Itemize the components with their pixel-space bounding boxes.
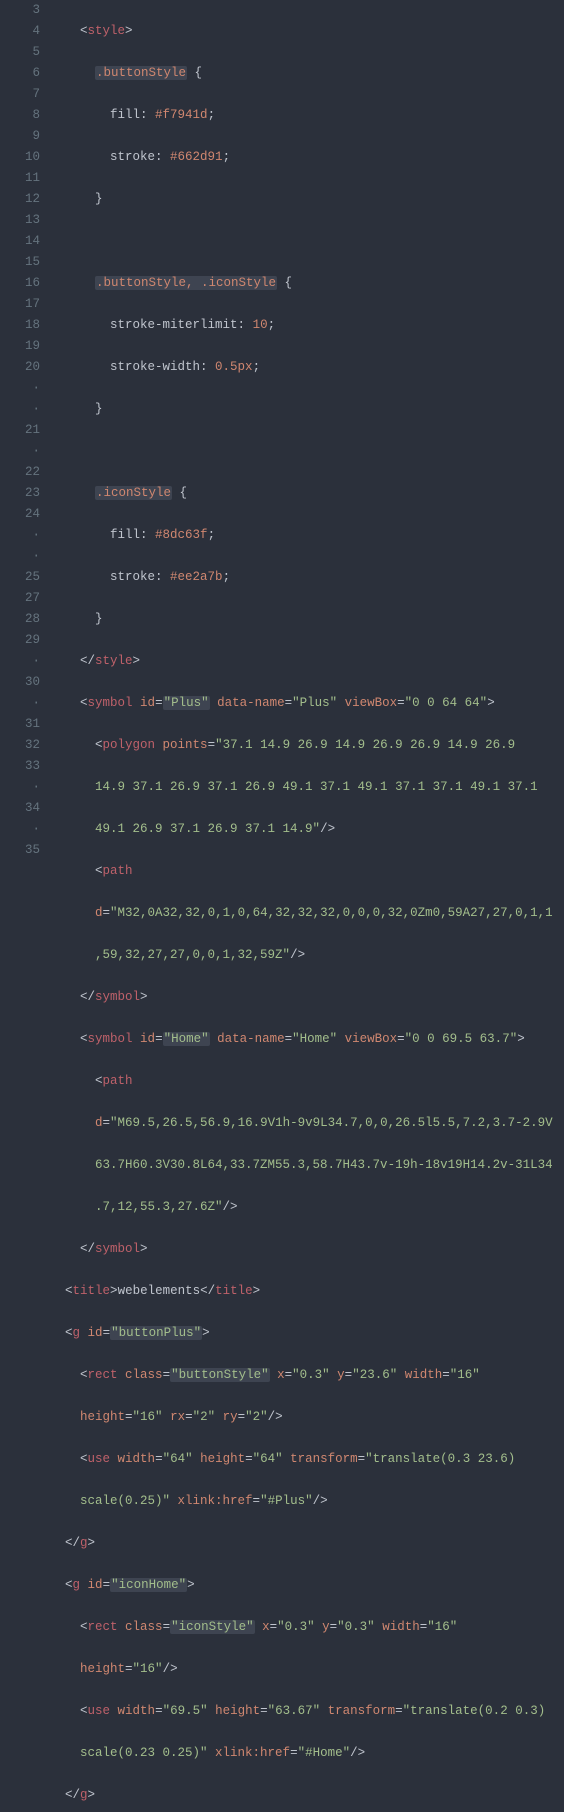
code-line[interactable]: stroke: #ee2a7b; xyxy=(50,567,564,588)
code-line[interactable]: <rect class="iconStyle" x="0.3" y="0.3" … xyxy=(50,1617,564,1638)
line-number-gutter: 3 4 5 6 7 8 9 10 11 12 13 14 15 16 17 18… xyxy=(0,0,50,1812)
code-editor[interactable]: 3 4 5 6 7 8 9 10 11 12 13 14 15 16 17 18… xyxy=(0,0,564,1812)
line-number: 18 xyxy=(0,315,40,336)
code-line[interactable]: </g> xyxy=(50,1785,564,1806)
code-line[interactable]: 63.7H60.3V30.8L64,33.7ZM55.3,58.7H43.7v-… xyxy=(50,1155,564,1176)
code-line[interactable]: 14.9 37.1 26.9 37.1 26.9 49.1 37.1 49.1 … xyxy=(50,777,564,798)
code-line[interactable]: scale(0.23 0.25)" xlink:href="#Home"/> xyxy=(50,1743,564,1764)
line-number: 20 xyxy=(0,357,40,378)
code-area[interactable]: <style> .buttonStyle { fill: #f7941d; st… xyxy=(50,0,564,1812)
code-line[interactable]: } xyxy=(50,399,564,420)
line-number: 11 xyxy=(0,168,40,189)
code-line[interactable]: ,59,32,27,27,0,0,1,32,59Z"/> xyxy=(50,945,564,966)
line-number: · xyxy=(0,525,40,546)
line-number: 14 xyxy=(0,231,40,252)
code-line[interactable]: <path xyxy=(50,1071,564,1092)
line-number: 29 xyxy=(0,630,40,651)
code-line[interactable]: .iconStyle { xyxy=(50,483,564,504)
line-number: 13 xyxy=(0,210,40,231)
line-number: 9 xyxy=(0,126,40,147)
line-number: 19 xyxy=(0,336,40,357)
code-line[interactable]: .buttonStyle { xyxy=(50,63,564,84)
line-number: 10 xyxy=(0,147,40,168)
line-number: 22 xyxy=(0,462,40,483)
line-number: 24 xyxy=(0,504,40,525)
code-line[interactable]: fill: #f7941d; xyxy=(50,105,564,126)
code-line[interactable]: <polygon points="37.1 14.9 26.9 14.9 26.… xyxy=(50,735,564,756)
line-number: · xyxy=(0,546,40,567)
code-line[interactable]: <symbol id="Plus" data-name="Plus" viewB… xyxy=(50,693,564,714)
code-line[interactable]: 49.1 26.9 37.1 26.9 37.1 14.9"/> xyxy=(50,819,564,840)
code-line[interactable]: <use width="69.5" height="63.67" transfo… xyxy=(50,1701,564,1722)
line-number: 8 xyxy=(0,105,40,126)
line-number: · xyxy=(0,399,40,420)
code-line[interactable]: } xyxy=(50,189,564,210)
line-number: 15 xyxy=(0,252,40,273)
code-line[interactable]: d="M69.5,26.5,56.9,16.9V1h-9v9L34.7,0,0,… xyxy=(50,1113,564,1134)
line-number: 28 xyxy=(0,609,40,630)
line-number: 7 xyxy=(0,84,40,105)
code-line[interactable]: stroke-width: 0.5px; xyxy=(50,357,564,378)
code-line[interactable]: <title>webelements</title> xyxy=(50,1281,564,1302)
line-number: 3 xyxy=(0,0,40,21)
code-line[interactable]: <g id="buttonPlus"> xyxy=(50,1323,564,1344)
code-line[interactable]: </style> xyxy=(50,651,564,672)
line-number: · xyxy=(0,819,40,840)
line-number: · xyxy=(0,651,40,672)
line-number: 35 xyxy=(0,840,40,861)
line-number: 27 xyxy=(0,588,40,609)
code-line[interactable]: <path xyxy=(50,861,564,882)
code-line[interactable]: <symbol id="Home" data-name="Home" viewB… xyxy=(50,1029,564,1050)
line-number: 25 xyxy=(0,567,40,588)
line-number: 17 xyxy=(0,294,40,315)
line-number: · xyxy=(0,777,40,798)
code-line[interactable]: </symbol> xyxy=(50,987,564,1008)
line-number: 33 xyxy=(0,756,40,777)
line-number: 30 xyxy=(0,672,40,693)
code-line[interactable]: stroke-miterlimit: 10; xyxy=(50,315,564,336)
code-line[interactable] xyxy=(50,231,564,252)
code-line[interactable]: </g> xyxy=(50,1533,564,1554)
code-line[interactable]: .buttonStyle, .iconStyle { xyxy=(50,273,564,294)
code-line[interactable]: scale(0.25)" xlink:href="#Plus"/> xyxy=(50,1491,564,1512)
line-number: 34 xyxy=(0,798,40,819)
code-line[interactable]: stroke: #662d91; xyxy=(50,147,564,168)
code-line[interactable] xyxy=(50,441,564,462)
line-number: 16 xyxy=(0,273,40,294)
code-line[interactable]: <g id="iconHome"> xyxy=(50,1575,564,1596)
line-number: · xyxy=(0,441,40,462)
line-number: 32 xyxy=(0,735,40,756)
code-line[interactable]: } xyxy=(50,609,564,630)
code-line[interactable]: <style> xyxy=(50,21,564,42)
line-number: 4 xyxy=(0,21,40,42)
code-line[interactable]: height="16" rx="2" ry="2"/> xyxy=(50,1407,564,1428)
line-number: 6 xyxy=(0,63,40,84)
line-number: 21 xyxy=(0,420,40,441)
line-number: · xyxy=(0,693,40,714)
code-line[interactable]: d="M32,0A32,32,0,1,0,64,32,32,32,0,0,0,3… xyxy=(50,903,564,924)
code-line[interactable]: fill: #8dc63f; xyxy=(50,525,564,546)
line-number: 12 xyxy=(0,189,40,210)
line-number: 31 xyxy=(0,714,40,735)
code-line[interactable]: </symbol> xyxy=(50,1239,564,1260)
code-line[interactable]: height="16"/> xyxy=(50,1659,564,1680)
line-number: 23 xyxy=(0,483,40,504)
code-line[interactable]: <use width="64" height="64" transform="t… xyxy=(50,1449,564,1470)
code-line[interactable]: .7,12,55.3,27.6Z"/> xyxy=(50,1197,564,1218)
code-line[interactable]: <rect class="buttonStyle" x="0.3" y="23.… xyxy=(50,1365,564,1386)
line-number: 5 xyxy=(0,42,40,63)
line-number: · xyxy=(0,378,40,399)
